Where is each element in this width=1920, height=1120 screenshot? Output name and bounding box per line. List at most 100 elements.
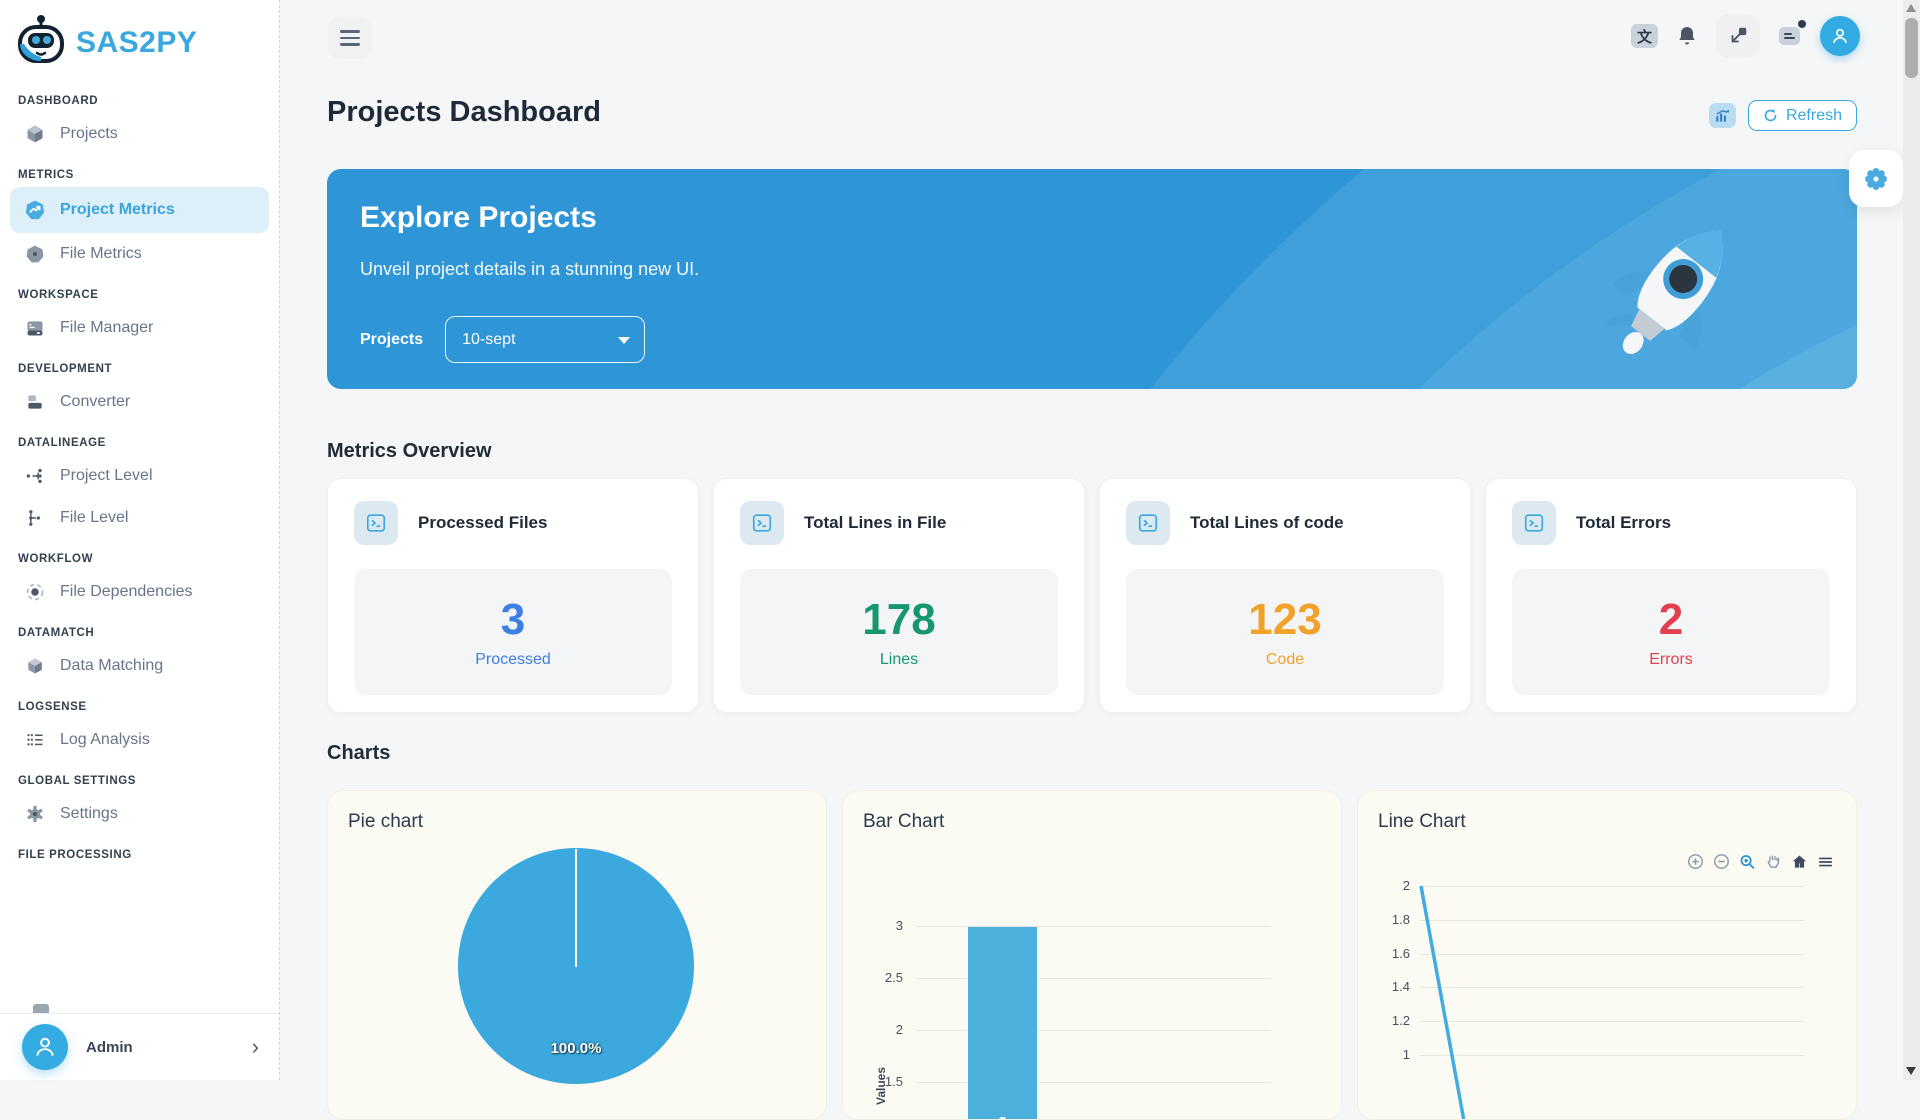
- pie-data-label: 100.0%: [526, 1040, 626, 1057]
- drive-icon: [24, 317, 46, 339]
- metric-title: Total Lines of code: [1190, 513, 1344, 533]
- sidebar-item-label: File Manager: [60, 319, 153, 337]
- metric-value: 2: [1659, 595, 1683, 645]
- chevron-right-icon[interactable]: ›: [252, 1036, 259, 1058]
- list-icon: [24, 729, 46, 751]
- metric-value: 3: [501, 595, 525, 645]
- cube-icon: [24, 123, 46, 145]
- nav-section-workspace: WORKSPACE: [0, 275, 279, 307]
- metric-value: 123: [1248, 595, 1321, 645]
- terminal-icon: [354, 501, 398, 545]
- notifications-bell-icon[interactable]: [1675, 24, 1699, 48]
- bar-data-label: 3: [968, 1114, 1037, 1120]
- metric-panel: 3 Processed: [354, 569, 672, 695]
- rocket-illustration: [1595, 207, 1755, 377]
- project-select-dropdown[interactable]: 10-sept: [445, 316, 645, 363]
- admin-name: Admin: [86, 1039, 234, 1056]
- sidebar-nav: DASHBOARD Projects METRICS Project Metri…: [0, 81, 279, 867]
- charts-cards: Pie chart 100.0% Bar Chart 32.521.53 Val…: [327, 790, 1857, 1120]
- sidebar-item-file-level[interactable]: File Level: [0, 497, 279, 539]
- nav-section-datamatch: DATAMATCH: [0, 613, 279, 645]
- nav-section-global-settings: GLOBAL SETTINGS: [0, 761, 279, 793]
- y-tick-label: 2.5: [863, 970, 903, 985]
- selected-project: 10-sept: [462, 331, 515, 349]
- gear-icon: [24, 803, 46, 825]
- y-tick-label: 3: [863, 918, 903, 933]
- nav-section-metrics: METRICS: [0, 155, 279, 187]
- metric-title: Total Errors: [1576, 513, 1671, 533]
- brand-logo[interactable]: SAS2PY: [0, 0, 279, 81]
- admin-bar[interactable]: Admin ›: [0, 1013, 279, 1080]
- line-chart-plot[interactable]: 21.81.61.41.21: [1358, 791, 1856, 1119]
- y-tick-label: 2: [863, 1022, 903, 1037]
- collapse-window-icon[interactable]: [1716, 14, 1760, 58]
- header-actions: Refresh: [1709, 100, 1857, 131]
- tree-nodes-icon: [24, 507, 46, 529]
- sidebar-item-log-analysis[interactable]: Log Analysis: [0, 719, 279, 761]
- refresh-label: Refresh: [1786, 107, 1842, 125]
- topbar-actions: 文: [1631, 12, 1860, 60]
- target-icon: [24, 581, 46, 603]
- nav-section-file-processing: FILE PROCESSING: [0, 835, 279, 867]
- projects-select-label: Projects: [360, 331, 423, 349]
- box-icon: [24, 655, 46, 677]
- theme-settings-floater[interactable]: [1849, 150, 1903, 207]
- sidebar-item-file-manager[interactable]: File Manager: [0, 307, 279, 349]
- clipped-nav-icon: [33, 1004, 49, 1013]
- hamburger-menu-button[interactable]: [328, 17, 372, 59]
- admin-avatar: [22, 1024, 68, 1070]
- trend-chart-icon: [24, 199, 46, 221]
- metric-label: Processed: [475, 651, 551, 669]
- scroll-down-arrow[interactable]: [1906, 1067, 1916, 1075]
- language-icon[interactable]: 文: [1631, 24, 1658, 48]
- explore-projects-banner: Explore Projects Unveil project details …: [327, 169, 1857, 389]
- messages-icon[interactable]: [1777, 24, 1803, 48]
- nav-section-dashboard: DASHBOARD: [0, 81, 279, 113]
- sidebar-item-converter[interactable]: Converter: [0, 381, 279, 423]
- sidebar-item-settings[interactable]: Settings: [0, 793, 279, 835]
- charts-heading: Charts: [327, 742, 390, 765]
- banner-title: Explore Projects: [360, 201, 597, 235]
- metric-panel: 2 Errors: [1512, 569, 1830, 695]
- refresh-button[interactable]: Refresh: [1748, 100, 1857, 131]
- metric-title: Total Lines in File: [804, 513, 946, 533]
- branch-nodes-icon: [24, 465, 46, 487]
- sidebar-item-file-dependencies[interactable]: File Dependencies: [0, 571, 279, 613]
- page-title: Projects Dashboard: [327, 96, 601, 129]
- pie-slice-divider: [575, 849, 577, 967]
- sidebar-item-data-matching[interactable]: Data Matching: [0, 645, 279, 687]
- bar[interactable]: [968, 927, 1037, 1120]
- metric-card-total-errors: Total Errors 2 Errors: [1485, 478, 1857, 713]
- terminal-icon: [1512, 501, 1556, 545]
- sidebar-item-label: Data Matching: [60, 657, 163, 675]
- sidebar-item-file-metrics[interactable]: File Metrics: [0, 233, 279, 275]
- chart-toggle-button[interactable]: [1709, 103, 1736, 128]
- page-scrollbar[interactable]: [1903, 0, 1920, 1080]
- robot-logo-icon: [16, 14, 66, 71]
- pie-chart-card: Pie chart 100.0%: [327, 790, 827, 1120]
- scrollbar-thumb[interactable]: [1905, 18, 1918, 78]
- brand-name: SAS2PY: [76, 26, 197, 60]
- sidebar-item-label: Project Metrics: [60, 201, 175, 219]
- metric-card-total-lines-file: Total Lines in File 178 Lines: [713, 478, 1085, 713]
- line-chart-card: Line Chart 21.81.61.41.21: [1357, 790, 1857, 1120]
- sidebar-item-project-metrics[interactable]: Project Metrics: [10, 187, 269, 233]
- nav-section-development: DEVELOPMENT: [0, 349, 279, 381]
- metric-title: Processed Files: [418, 513, 547, 533]
- sidebar-item-label: Projects: [60, 125, 118, 143]
- bar-chart-plot[interactable]: 32.521.53: [843, 791, 1341, 1119]
- metric-label: Lines: [880, 651, 918, 669]
- pie-chart-title: Pie chart: [348, 811, 423, 833]
- line-series: [1358, 791, 1857, 1120]
- metric-card-processed-files: Processed Files 3 Processed: [327, 478, 699, 713]
- bar-y-axis-label: Values: [874, 1056, 888, 1116]
- metric-panel: 178 Lines: [740, 569, 1058, 695]
- scroll-up-arrow[interactable]: [1906, 4, 1916, 12]
- gear-icon: [1863, 166, 1889, 192]
- terminal-icon: [740, 501, 784, 545]
- nav-section-workflow: WORKFLOW: [0, 539, 279, 571]
- user-avatar[interactable]: [1820, 16, 1860, 56]
- sidebar-item-project-level[interactable]: Project Level: [0, 455, 279, 497]
- sidebar-item-projects[interactable]: Projects: [0, 113, 279, 155]
- chevron-down-icon: [618, 337, 630, 344]
